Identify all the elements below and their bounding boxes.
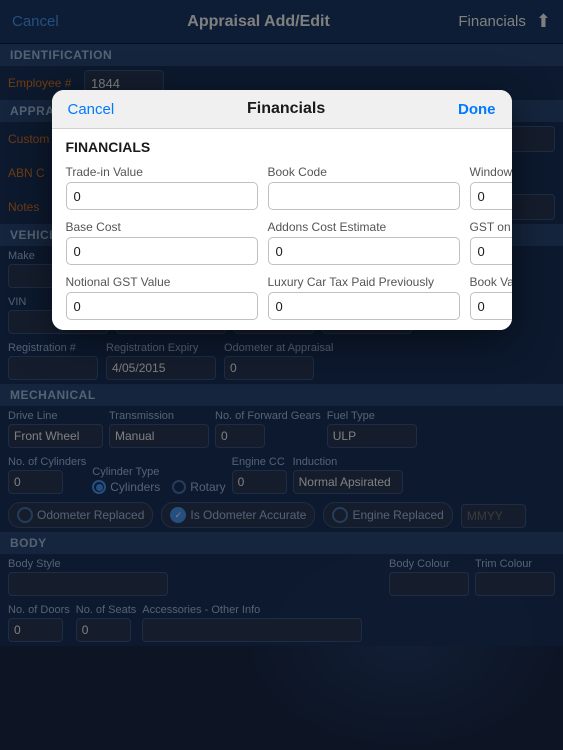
modal-field-label-7: Luxury Car Tax Paid Previously	[268, 275, 460, 289]
modal-header: Cancel Financials Done	[52, 90, 512, 129]
modal-field-2: Window Price	[470, 165, 512, 210]
modal-field-3: Base Cost	[66, 220, 258, 265]
modal-field-4: Addons Cost Estimate	[268, 220, 460, 265]
modal-field-6: Notional GST Value	[66, 275, 258, 320]
modal-overlay: Cancel Financials Done FINANCIALS Trade-…	[0, 0, 563, 750]
modal-body: FINANCIALS Trade-in Value Book Code Window…	[52, 129, 512, 330]
modal-field-input-1[interactable]	[268, 182, 460, 210]
modal-field-7: Luxury Car Tax Paid Previously	[268, 275, 460, 320]
financials-modal: Cancel Financials Done FINANCIALS Trade-…	[52, 90, 512, 330]
modal-cancel-button[interactable]: Cancel	[68, 101, 115, 118]
modal-field-label-8: Book Value	[470, 275, 512, 289]
modal-section-title: FINANCIALS	[66, 139, 498, 155]
modal-field-label-0: Trade-in Value	[66, 165, 258, 179]
modal-field-input-5[interactable]	[470, 237, 512, 265]
modal-field-input-3[interactable]	[66, 237, 258, 265]
modal-field-input-7[interactable]	[268, 292, 460, 320]
modal-field-label-4: Addons Cost Estimate	[268, 220, 460, 234]
modal-field-8: Book Value	[470, 275, 512, 320]
modal-field-0: Trade-in Value	[66, 165, 258, 210]
modal-field-input-4[interactable]	[268, 237, 460, 265]
modal-field-input-2[interactable]	[470, 182, 512, 210]
modal-field-label-5: GST on Base Cost	[470, 220, 512, 234]
modal-field-label-6: Notional GST Value	[66, 275, 258, 289]
modal-done-button[interactable]: Done	[458, 101, 496, 118]
modal-field-label-3: Base Cost	[66, 220, 258, 234]
modal-field-1: Book Code	[268, 165, 460, 210]
modal-field-input-8[interactable]	[470, 292, 512, 320]
modal-field-input-0[interactable]	[66, 182, 258, 210]
modal-form-grid: Trade-in ValueBook CodeWindow PriceBase …	[66, 165, 498, 320]
modal-field-5: GST on Base Cost	[470, 220, 512, 265]
modal-title: Financials	[247, 100, 325, 118]
modal-field-input-6[interactable]	[66, 292, 258, 320]
modal-field-label-2: Window Price	[470, 165, 512, 179]
modal-field-label-1: Book Code	[268, 165, 460, 179]
